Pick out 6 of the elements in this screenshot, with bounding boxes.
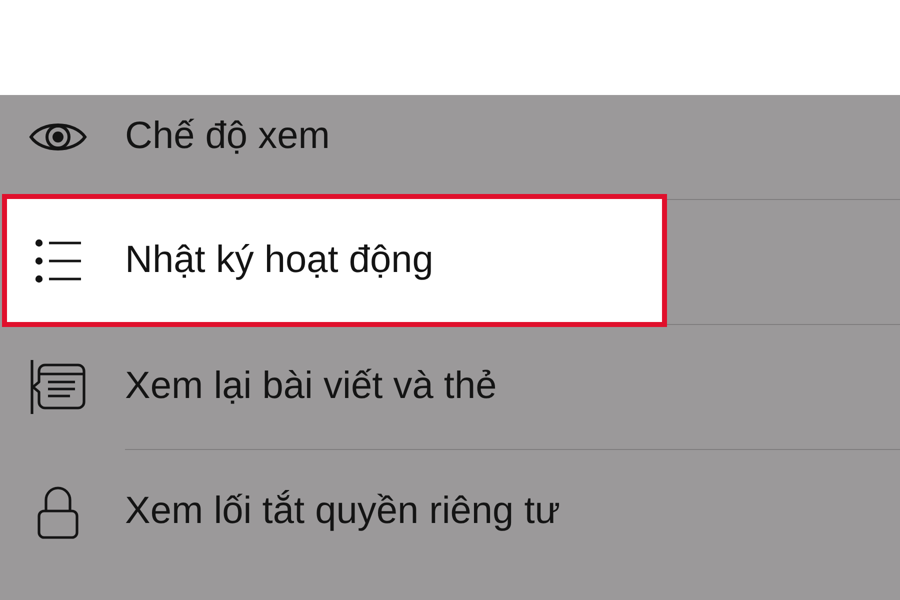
menu-item[interactable]: Xem lại bài viết và thẻ [2,325,900,449]
menu-item[interactable]: Xem lối tắt quyền riêng tư [2,450,900,574]
highlighted-menu-item[interactable]: Nhật ký hoạt động [2,194,667,327]
card-lines-icon [30,360,86,414]
lock-icon [36,486,78,538]
list-icon [34,238,80,282]
